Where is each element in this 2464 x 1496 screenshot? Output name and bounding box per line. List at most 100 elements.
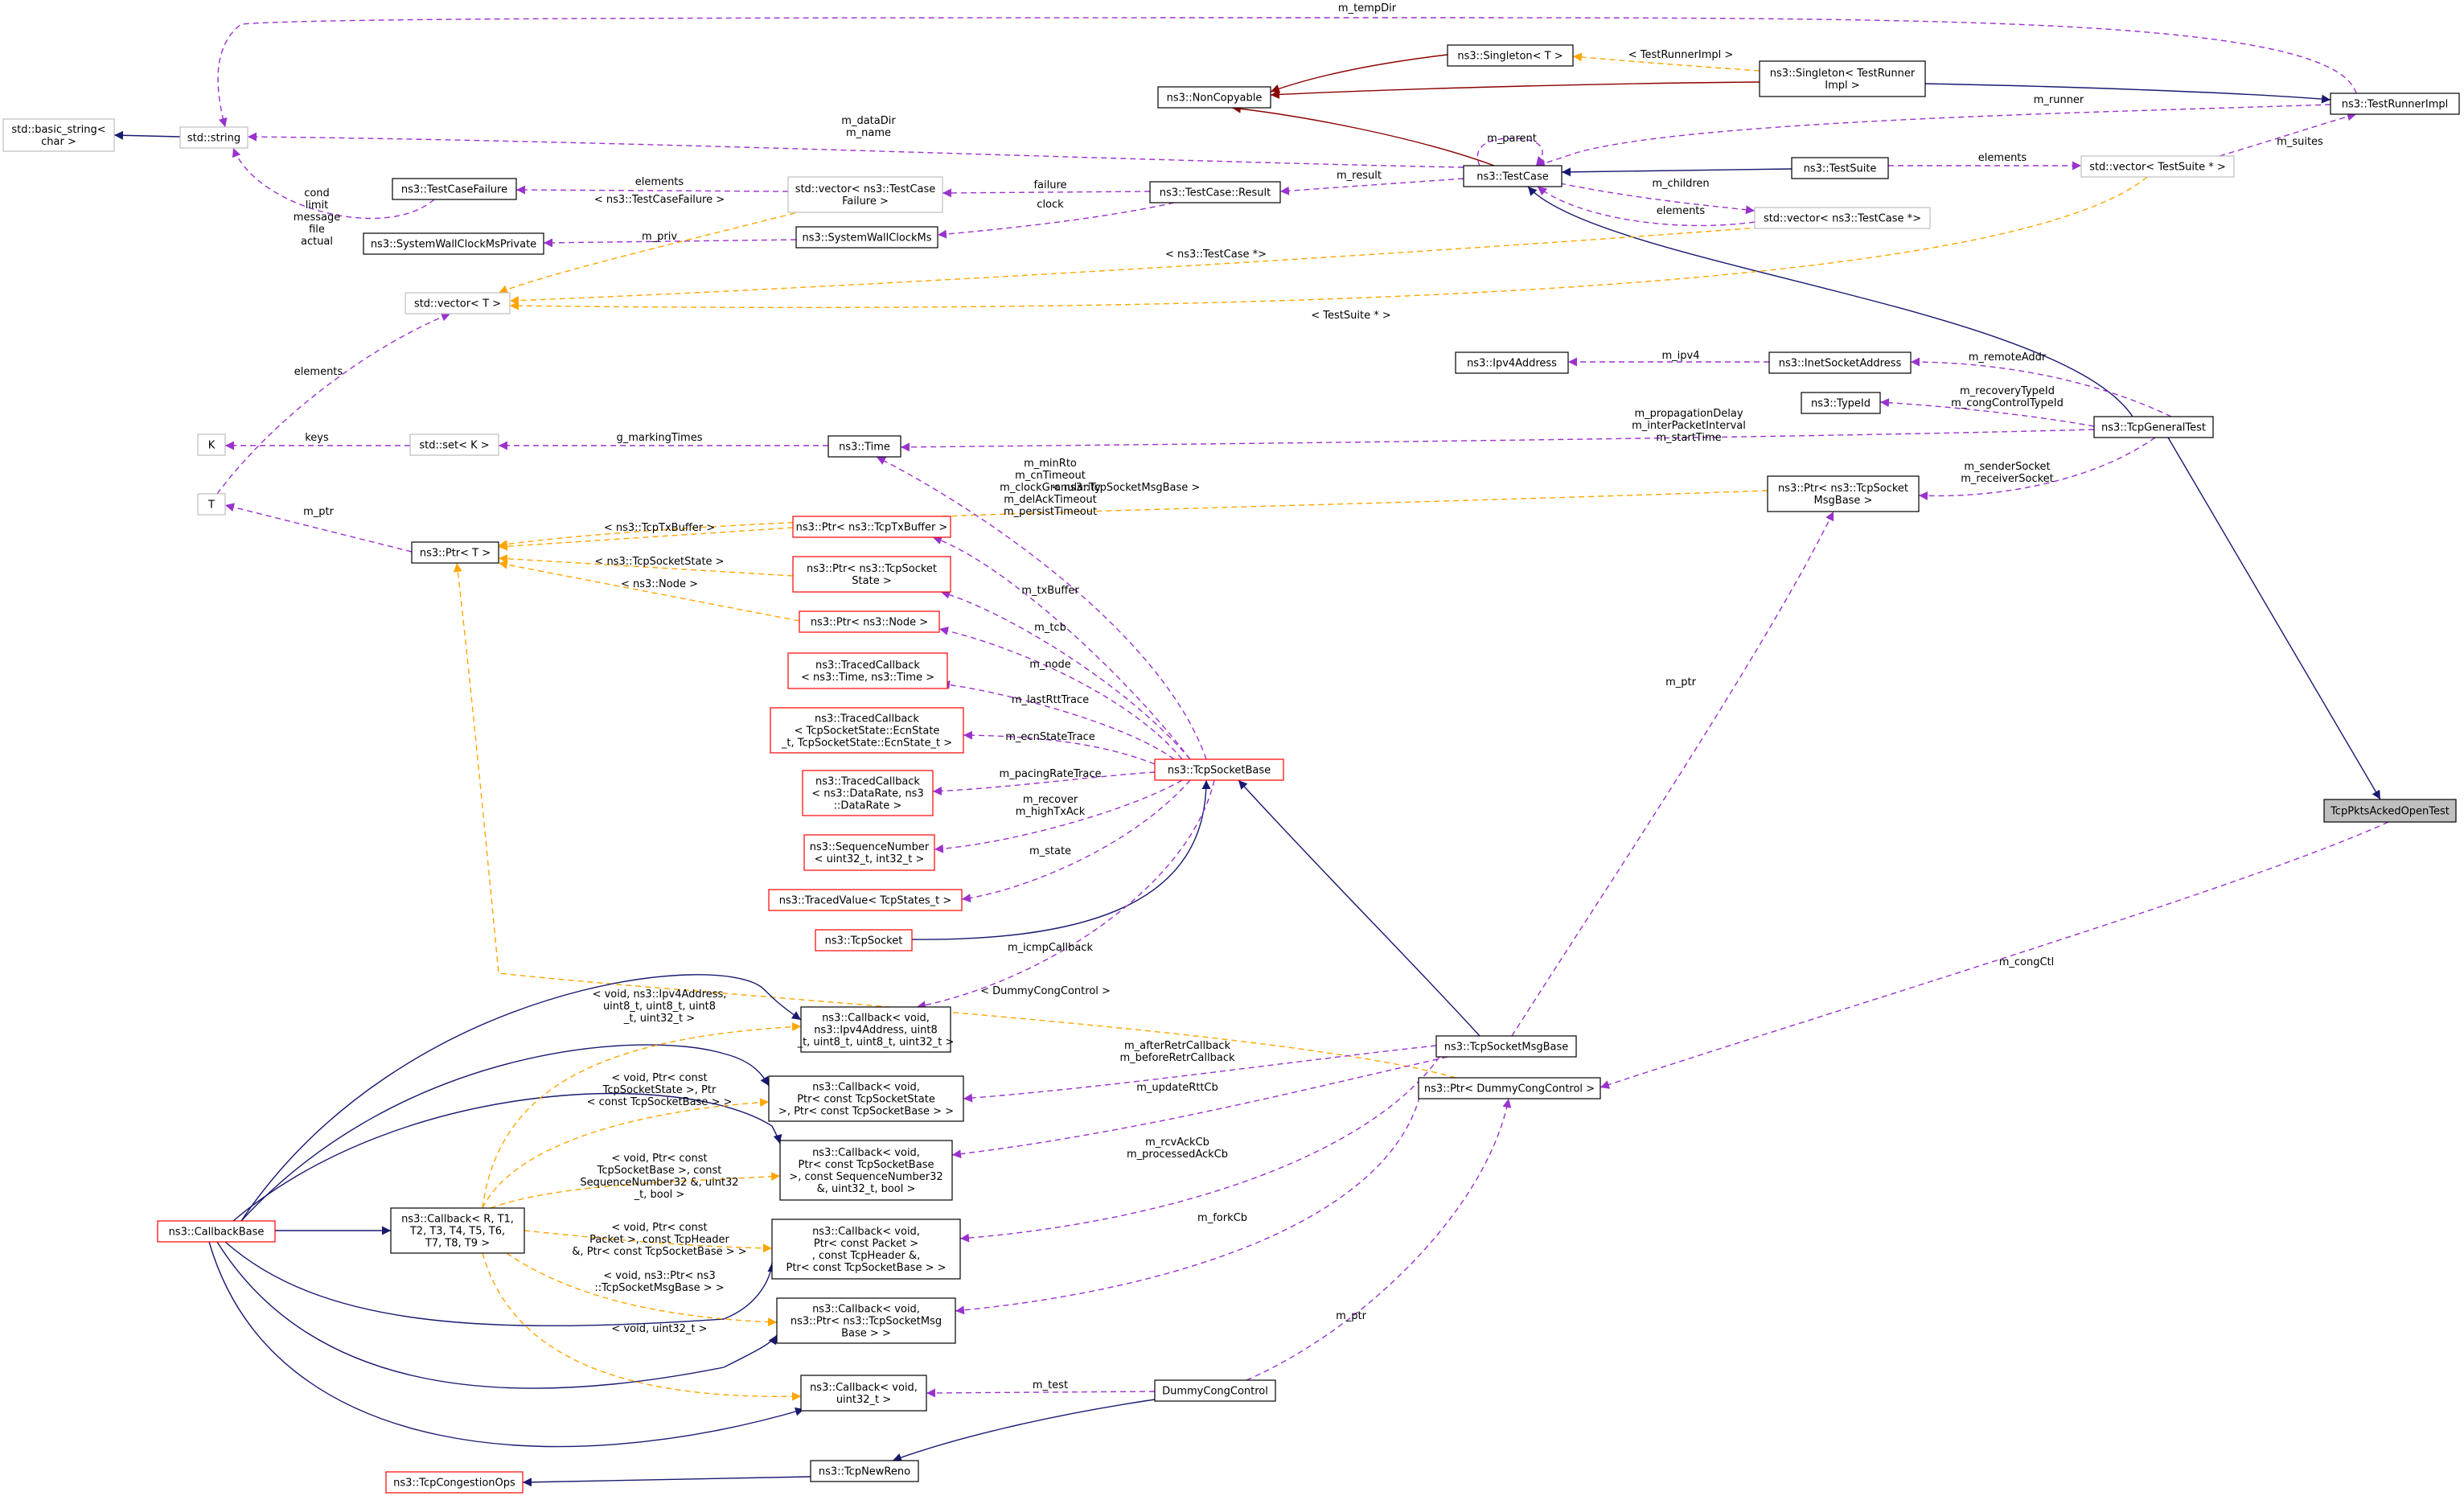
node-seq-number[interactable]: ns3::SequenceNumber < uint32_t, int32_t >	[803, 834, 935, 871]
edge-label-line: m_tcb	[1034, 622, 1066, 634]
node-ptr-tcp-socket-msg-base[interactable]: ns3::Ptr< ns3::TcpSocket MsgBase >	[1767, 475, 1920, 512]
node-cb-retr[interactable]: ns3::Callback< void, Ptr< const TcpSocket…	[768, 1075, 964, 1122]
node-ptr-node[interactable]: ns3::Ptr< ns3::Node >	[799, 610, 940, 633]
node-test-case-result[interactable]: ns3::TestCase::Result	[1149, 181, 1281, 203]
node-test-case-failure[interactable]: ns3::TestCaseFailure	[392, 178, 517, 200]
edges: < TestRunnerImpl > m_tempDir m_runner m_sui…	[113, 2, 2389, 1487]
node-label: ns3::CallbackBase	[169, 1227, 265, 1239]
edge-label: m_ecnStateTrace	[1005, 731, 1094, 743]
node-tcp-socket-msg-base[interactable]: ns3::TcpSocketMsgBase	[1435, 1035, 1577, 1058]
node-non-copyable[interactable]: ns3::NonCopyable	[1157, 86, 1271, 109]
node-test-suite[interactable]: ns3::TestSuite	[1791, 157, 1889, 179]
node-system-wall-clock-ms[interactable]: ns3::SystemWallClockMs	[795, 226, 938, 249]
node-label: ns3::SystemWallClockMsPrivate	[371, 239, 536, 251]
node-label-line: ns3::TestCase::Result	[1160, 187, 1271, 199]
node--k[interactable]: K	[197, 434, 226, 456]
edge-label-line: m_receiverSocket	[1961, 473, 2054, 485]
edge-label: < void, uint32_t >	[611, 1323, 707, 1335]
node-set-k[interactable]: std::set< K >	[409, 434, 499, 456]
edge-label-line: m_startTime	[1656, 432, 1721, 444]
node-traced-value[interactable]: ns3::TracedValue< TcpStates_t >	[768, 889, 963, 911]
node-callback-template[interactable]: ns3::Callback< R, T1, T2, T3, T4, T5, T6,…	[390, 1207, 525, 1254]
node-label-line: ns3::Callback< void,	[812, 1082, 920, 1094]
edge-typeid-general: m_recoveryTypeId m_congControlTypeId	[1879, 385, 2095, 427]
edge-label: m_suites	[2277, 136, 2323, 148]
node-traced-cb-data-rate[interactable]: ns3::TracedCallback < ns3::DataRate, ns3:…	[802, 770, 934, 816]
node-label-line: ns3::Callback< void,	[812, 1304, 920, 1316]
edge-label-line: m_txBuffer	[1021, 585, 1079, 597]
node-label-line: ns3::Callback< void,	[810, 1382, 918, 1394]
node-tcp-congestion-ops[interactable]: ns3::TcpCongestionOps	[385, 1471, 524, 1494]
edge-testcase-self: m_parent	[1476, 133, 1546, 166]
node-label-line: ns3::TestSuite	[1804, 163, 1877, 175]
node-test-case[interactable]: ns3::TestCase	[1463, 165, 1563, 187]
node-callback-base[interactable]: ns3::CallbackBase	[157, 1220, 276, 1243]
node-label: ns3::SequenceNumber < uint32_t, int32_t >	[810, 841, 930, 865]
node-cb-fork[interactable]: ns3::Callback< void, ns3::Ptr< ns3::TcpSo…	[776, 1297, 956, 1344]
node-vec-test-case-failure[interactable]: std::vector< ns3::TestCase Failure >	[787, 176, 943, 213]
node-label-line: ns3::TcpSocketBase	[1168, 765, 1271, 777]
edge-label: m_lastRttTrace	[1012, 694, 1089, 706]
node-vec-test-case[interactable]: std::vector< ns3::TestCase *>	[1754, 207, 1931, 229]
node-ipv4-address[interactable]: ns3::Ipv4Address	[1455, 351, 1569, 374]
edge-label: elements	[1657, 205, 1706, 217]
node-std-string[interactable]: std::string	[179, 126, 248, 149]
node-test-runner-impl[interactable]: ns3::TestRunnerImpl	[2330, 92, 2460, 115]
node-label-line: < TcpSocketState::EcnState	[795, 725, 940, 738]
node-label: ns3::TcpGeneralTest	[2101, 422, 2206, 434]
node-type-id[interactable]: ns3::TypeId	[1801, 392, 1881, 414]
edge-label: m_priv	[642, 231, 677, 243]
node-tcp-general-test[interactable]: ns3::TcpGeneralTest	[2093, 416, 2214, 438]
node-tcp-socket[interactable]: ns3::TcpSocket	[815, 929, 913, 951]
edge-label-line: m_dataDir	[841, 115, 896, 127]
node-vec-t[interactable]: std::vector< T >	[405, 292, 511, 314]
node-ptr-dummy-cong-control[interactable]: ns3::Ptr< DummyCongControl >	[1418, 1077, 1601, 1099]
edge-label: m_tcb	[1034, 622, 1066, 634]
node-label-line: ns3::Ptr< T >	[420, 548, 491, 560]
node-traced-cb-time[interactable]: ns3::TracedCallback < ns3::Time, ns3::Tim…	[787, 652, 948, 689]
node-label-line: ns3::Singleton< TestRunner	[1770, 68, 1916, 80]
node-inet-socket-address[interactable]: ns3::InetSocketAddress	[1768, 351, 1912, 374]
node-label-line: std::vector< ns3::TestCase *>	[1764, 213, 1921, 225]
node--t[interactable]: T	[197, 493, 226, 516]
edge-label-line: m_recover	[1023, 794, 1078, 806]
edge-label-line: &, Ptr< const TcpSocketBase > >	[572, 1246, 746, 1258]
node-time[interactable]: ns3::Time	[827, 435, 901, 458]
node-cb-uint[interactable]: ns3::Callback< void, uint32_t >	[800, 1375, 927, 1412]
node-dummy-cong-control[interactable]: DummyCongControl	[1154, 1379, 1276, 1402]
node-cb-icmp[interactable]: ns3::Callback< void, ns3::Ipv4Address, ui…	[797, 1006, 955, 1053]
node-label-line: ns3::CallbackBase	[169, 1227, 265, 1239]
node-label-line: std::vector< T >	[414, 298, 501, 310]
node-traced-cb-ecn[interactable]: ns3::TracedCallback < TcpSocketState::Ecn…	[770, 707, 964, 754]
node-ptr-t[interactable]: ns3::Ptr< T >	[411, 541, 499, 564]
node-vec-test-suite[interactable]: std::vector< TestSuite * >	[2080, 155, 2235, 178]
edge-label: m_children	[1652, 178, 1709, 190]
node-tcp-socket-base[interactable]: ns3::TcpSocketBase	[1154, 758, 1284, 781]
node-ptr-tcp-socket-state[interactable]: ns3::Ptr< ns3::TcpSocket State >	[792, 556, 951, 593]
edge-label-line: m_runner	[2034, 94, 2084, 106]
edge-label-line: m_lastRttTrace	[1012, 694, 1089, 706]
edge-msg-ptrmsg: m_ptr	[1511, 511, 1834, 1037]
node-cb-packet[interactable]: ns3::Callback< void, Ptr< const Packet >,…	[771, 1219, 961, 1280]
node-system-wall-clock-ms-private[interactable]: ns3::SystemWallClockMsPrivate	[363, 232, 544, 255]
node-ptr-tcp-tx-buffer[interactable]: ns3::Ptr< ns3::TcpTxBuffer >	[792, 516, 951, 538]
node-cb-ack[interactable]: ns3::Callback< void, Ptr< const TcpSocket…	[779, 1140, 953, 1201]
node-label-line: ns3::Singleton< T >	[1457, 51, 1563, 63]
edge-label: m_recover m_highTxAck	[1016, 794, 1086, 818]
edge-label-line: m_minRto	[1024, 458, 1077, 470]
node-singleton-t[interactable]: ns3::Singleton< T >	[1447, 44, 1574, 67]
node-label-line: >, Ptr< const TcpSocketBase > >	[778, 1106, 954, 1118]
node-singleton-t-r-i[interactable]: ns3::Singleton< TestRunner Impl >	[1759, 60, 1926, 97]
edge-label-line: m_children	[1652, 178, 1709, 190]
node-label: std::string	[187, 133, 240, 145]
node-tcp-new-reno[interactable]: ns3::TcpNewReno	[810, 1460, 919, 1482]
edge-label-line: m_forkCb	[1197, 1212, 1247, 1224]
edge-label-line: m_icmpCallback	[1008, 942, 1093, 954]
edge-label: failure	[1033, 179, 1066, 191]
edge-label-line: ::TcpSocketMsgBase > >	[594, 1282, 724, 1294]
edge-label: < TestRunnerImpl >	[1628, 49, 1734, 61]
edge-label-line: m_priv	[642, 231, 677, 243]
node-label-line: ns3::Callback< R, T1,	[401, 1214, 514, 1226]
edge-label-line: < DummyCongControl >	[980, 985, 1111, 997]
node-std-basic-string[interactable]: std::basic_string< char >	[2, 118, 115, 152]
